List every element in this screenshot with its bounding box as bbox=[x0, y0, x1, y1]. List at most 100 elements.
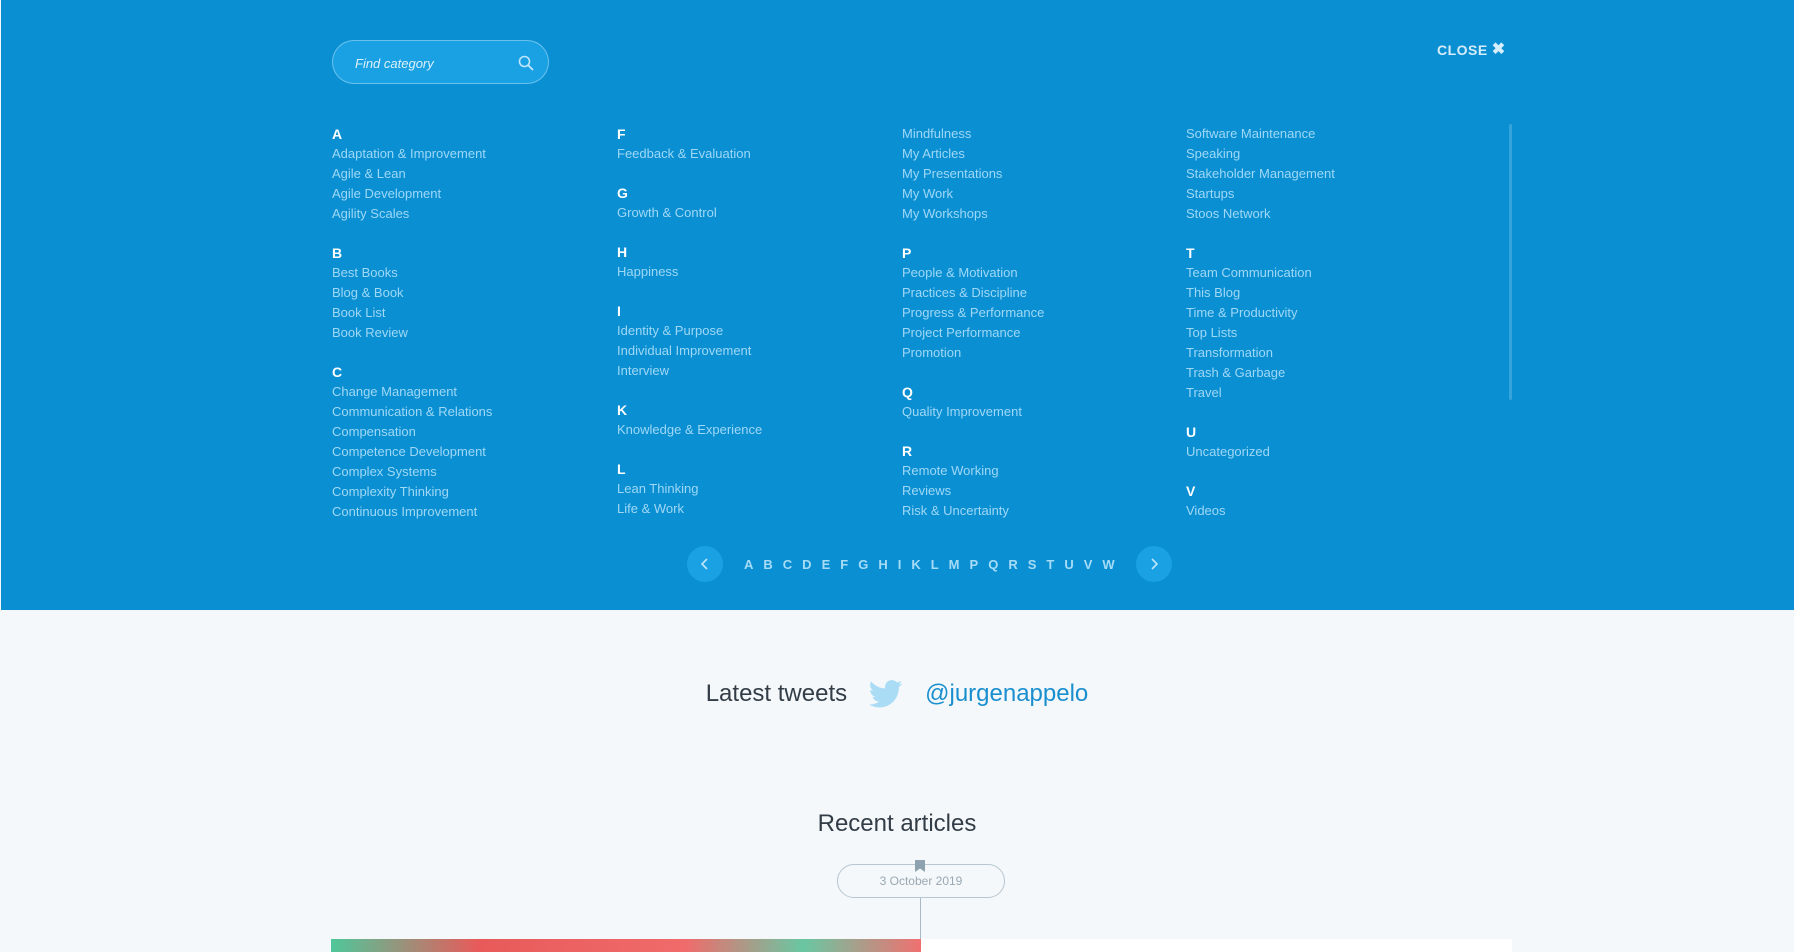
category-link[interactable]: Lean Thinking bbox=[617, 479, 917, 499]
category-link[interactable]: Book Review bbox=[332, 323, 632, 343]
category-link[interactable]: Agility Scales bbox=[332, 204, 632, 224]
alphabet-letter-link[interactable]: B bbox=[758, 557, 777, 572]
article-thumbnail[interactable] bbox=[331, 939, 921, 952]
category-link[interactable]: Knowledge & Experience bbox=[617, 420, 917, 440]
category-link[interactable]: Project Performance bbox=[902, 323, 1202, 343]
category-link[interactable]: Mindfulness bbox=[902, 124, 1202, 144]
close-icon: ✖ bbox=[1491, 41, 1506, 58]
category-link[interactable]: Change Management bbox=[332, 382, 632, 402]
category-letter-heading: A bbox=[332, 126, 343, 142]
category-link[interactable]: Life & Work bbox=[617, 499, 917, 519]
category-link[interactable]: Complex Systems bbox=[332, 462, 632, 482]
alphabet-letter-link[interactable]: R bbox=[1003, 557, 1022, 572]
category-group: I Identity & Purpose Individual Improvemen… bbox=[617, 301, 917, 381]
category-letter-heading: I bbox=[617, 303, 621, 319]
category-search[interactable] bbox=[332, 40, 549, 84]
category-link[interactable]: Communication & Relations bbox=[332, 402, 632, 422]
category-link[interactable]: Stoos Network bbox=[1186, 204, 1486, 224]
alphabet-letter-link[interactable]: D bbox=[797, 557, 816, 572]
category-link[interactable]: My Articles bbox=[902, 144, 1202, 164]
category-link[interactable]: Compensation bbox=[332, 422, 632, 442]
article-card[interactable] bbox=[921, 939, 1512, 952]
category-link[interactable]: Speaking bbox=[1186, 144, 1486, 164]
twitter-icon bbox=[869, 680, 903, 708]
alphabet-letter-link[interactable]: A bbox=[739, 557, 758, 572]
category-link[interactable]: Identity & Purpose bbox=[617, 321, 917, 341]
category-link[interactable]: People & Motivation bbox=[902, 263, 1202, 283]
category-link[interactable]: Startups bbox=[1186, 184, 1486, 204]
category-link[interactable]: Team Communication bbox=[1186, 263, 1486, 283]
alphabet-letter-link[interactable]: Q bbox=[983, 557, 1003, 572]
category-column: A Adaptation & Improvement Agile & Lean Agi… bbox=[332, 124, 632, 522]
alphabet-letter-link[interactable]: F bbox=[835, 557, 853, 572]
category-link[interactable]: Agile & Lean bbox=[332, 164, 632, 184]
category-link[interactable]: Time & Productivity bbox=[1186, 303, 1486, 323]
category-link[interactable]: My Presentations bbox=[902, 164, 1202, 184]
category-group: H Happiness bbox=[617, 242, 917, 282]
alphabet-letter-link[interactable]: K bbox=[906, 557, 925, 572]
category-link[interactable]: Videos bbox=[1186, 501, 1486, 521]
category-link[interactable]: Best Books bbox=[332, 263, 632, 283]
alphabet-letter-link[interactable]: C bbox=[778, 557, 797, 572]
category-link[interactable]: Uncategorized bbox=[1186, 442, 1486, 462]
alphabet-letter-link[interactable]: T bbox=[1041, 557, 1059, 572]
alphabet-letter-link[interactable]: E bbox=[817, 557, 836, 572]
category-link[interactable]: Quality Improvement bbox=[902, 402, 1202, 422]
category-link[interactable]: Promotion bbox=[902, 343, 1202, 363]
category-search-input[interactable] bbox=[353, 52, 517, 74]
category-link[interactable]: Agile Development bbox=[332, 184, 632, 204]
timeline-line bbox=[920, 898, 921, 940]
category-letter-heading: V bbox=[1186, 483, 1196, 499]
alphabet-letter-link[interactable]: I bbox=[893, 557, 907, 572]
alphabet-letter-link[interactable]: V bbox=[1079, 557, 1098, 572]
twitter-handle-link[interactable]: @jurgenappelo bbox=[925, 680, 1088, 708]
category-link[interactable]: Growth & Control bbox=[617, 203, 917, 223]
category-letter-heading: C bbox=[332, 364, 343, 380]
category-link[interactable]: Stakeholder Management bbox=[1186, 164, 1486, 184]
alphabet-letter-link[interactable]: W bbox=[1097, 557, 1119, 572]
category-link[interactable]: Blog & Book bbox=[332, 283, 632, 303]
category-link[interactable]: Top Lists bbox=[1186, 323, 1486, 343]
prev-letter-button[interactable] bbox=[687, 546, 723, 582]
category-group: U Uncategorized bbox=[1186, 422, 1486, 462]
category-link[interactable]: Continuous Improvement bbox=[332, 502, 632, 522]
alphabet-letter-link[interactable]: G bbox=[853, 557, 873, 572]
category-group: L Lean Thinking Life & Work bbox=[617, 459, 917, 519]
category-link[interactable]: Individual Improvement bbox=[617, 341, 917, 361]
category-link[interactable]: Complexity Thinking bbox=[332, 482, 632, 502]
category-link[interactable]: Software Maintenance bbox=[1186, 124, 1486, 144]
search-icon[interactable] bbox=[518, 55, 534, 71]
category-link[interactable]: Risk & Uncertainty bbox=[902, 501, 1202, 521]
alphabet-letter-link[interactable]: S bbox=[1023, 557, 1042, 572]
alphabet-nav: ABCDEFGHIKLMPQRSTUVW bbox=[687, 546, 1172, 582]
category-group: G Growth & Control bbox=[617, 183, 917, 223]
category-link[interactable]: Travel bbox=[1186, 383, 1486, 403]
category-scrollbar[interactable] bbox=[1509, 124, 1512, 400]
category-link[interactable]: Practices & Discipline bbox=[902, 283, 1202, 303]
alphabet-letter-link[interactable]: P bbox=[965, 557, 984, 572]
alphabet-letter-link[interactable]: L bbox=[926, 557, 944, 572]
category-letter-heading: P bbox=[902, 245, 912, 261]
category-letter-heading: B bbox=[332, 245, 343, 261]
category-link[interactable]: Remote Working bbox=[902, 461, 1202, 481]
category-link[interactable]: Happiness bbox=[617, 262, 917, 282]
close-button[interactable]: CLOSE ✖ bbox=[1437, 40, 1506, 60]
alphabet-letter-link[interactable]: U bbox=[1059, 557, 1078, 572]
category-link[interactable]: Competence Development bbox=[332, 442, 632, 462]
category-link[interactable]: My Workshops bbox=[902, 204, 1202, 224]
category-link[interactable]: Book List bbox=[332, 303, 632, 323]
category-link[interactable]: Interview bbox=[617, 361, 917, 381]
category-list: A Adaptation & Improvement Agile & Lean Agi… bbox=[332, 124, 1512, 522]
category-link[interactable]: This Blog bbox=[1186, 283, 1486, 303]
category-link[interactable]: Reviews bbox=[902, 481, 1202, 501]
category-link[interactable]: Trash & Garbage bbox=[1186, 363, 1486, 383]
category-group: B Best Books Blog & Book Book List Book Revi… bbox=[332, 243, 632, 343]
category-link[interactable]: Progress & Performance bbox=[902, 303, 1202, 323]
alphabet-letter-link[interactable]: H bbox=[873, 557, 892, 572]
category-link[interactable]: My Work bbox=[902, 184, 1202, 204]
next-letter-button[interactable] bbox=[1135, 546, 1172, 582]
category-link[interactable]: Transformation bbox=[1186, 343, 1486, 363]
category-link[interactable]: Feedback & Evaluation bbox=[617, 144, 917, 164]
alphabet-letter-link[interactable]: M bbox=[944, 557, 965, 572]
category-link[interactable]: Adaptation & Improvement bbox=[332, 144, 632, 164]
